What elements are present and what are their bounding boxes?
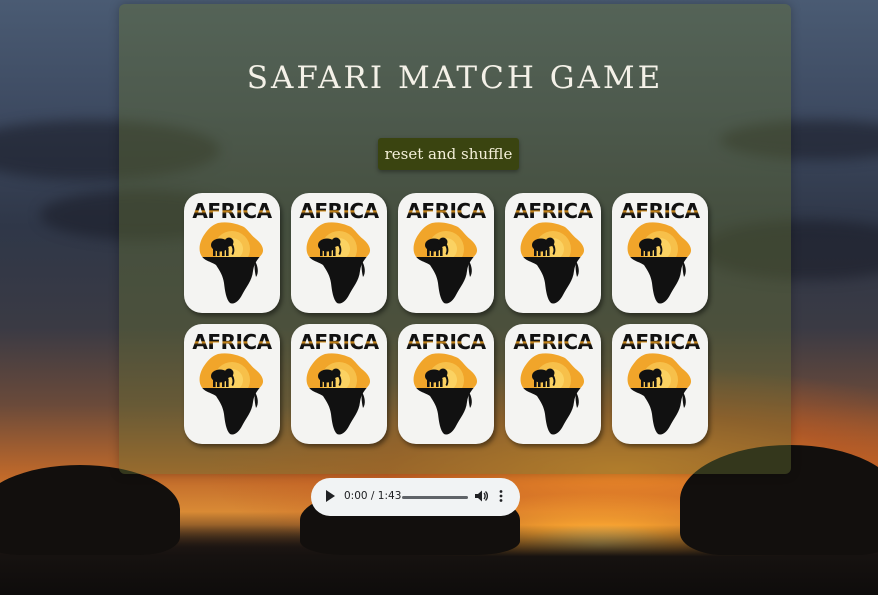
africa-elephant-icon <box>627 353 692 435</box>
africa-elephant-icon <box>199 353 264 435</box>
memory-card[interactable]: AFRICA <box>612 193 708 313</box>
africa-elephant-icon <box>627 222 692 304</box>
card-grid: AFRICA AFRICA AFRICA AFRICA AFRICA AFRIC… <box>184 193 708 444</box>
card-label: AFRICA <box>291 330 387 354</box>
card-label: AFRICA <box>612 199 708 223</box>
africa-elephant-icon <box>520 353 585 435</box>
africa-elephant-icon <box>306 222 371 304</box>
reset-shuffle-button[interactable]: reset and shuffle <box>378 138 519 170</box>
more-options-icon[interactable] <box>499 489 503 503</box>
memory-card[interactable]: AFRICA <box>612 324 708 444</box>
bush-silhouette <box>0 465 180 555</box>
card-label: AFRICA <box>398 199 494 223</box>
memory-card[interactable]: AFRICA <box>505 193 601 313</box>
africa-elephant-icon <box>413 353 478 435</box>
memory-card[interactable]: AFRICA <box>184 193 280 313</box>
memory-card[interactable]: AFRICA <box>398 193 494 313</box>
audio-player: 0:00 / 1:43 <box>311 478 520 516</box>
memory-card[interactable]: AFRICA <box>398 324 494 444</box>
audio-time: 0:00 / 1:43 <box>344 490 402 502</box>
audio-progress-bar[interactable] <box>402 496 468 499</box>
card-label: AFRICA <box>398 330 494 354</box>
card-label: AFRICA <box>291 199 387 223</box>
memory-card[interactable]: AFRICA <box>184 324 280 444</box>
memory-card[interactable]: AFRICA <box>291 193 387 313</box>
card-label: AFRICA <box>184 199 280 223</box>
card-label: AFRICA <box>184 330 280 354</box>
memory-card[interactable]: AFRICA <box>291 324 387 444</box>
play-icon[interactable] <box>325 490 335 502</box>
game-title: SAFARI MATCH GAME <box>246 60 664 96</box>
volume-icon[interactable] <box>474 489 488 503</box>
memory-card[interactable]: AFRICA <box>505 324 601 444</box>
africa-elephant-icon <box>520 222 585 304</box>
card-label: AFRICA <box>612 330 708 354</box>
africa-elephant-icon <box>413 222 478 304</box>
card-label: AFRICA <box>505 199 601 223</box>
card-label: AFRICA <box>505 330 601 354</box>
africa-elephant-icon <box>306 353 371 435</box>
africa-elephant-icon <box>199 222 264 304</box>
